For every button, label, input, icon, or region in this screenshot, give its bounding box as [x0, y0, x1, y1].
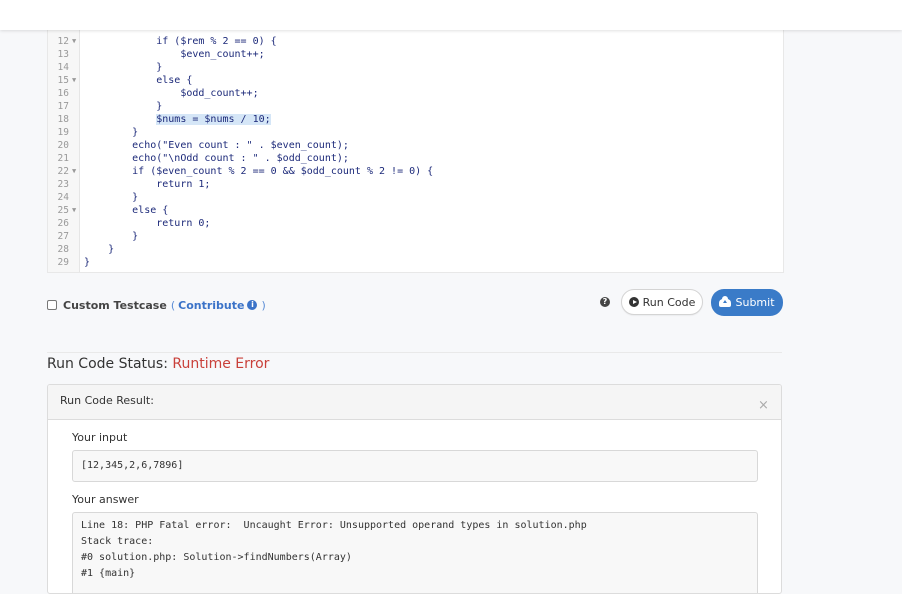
section-divider	[47, 352, 782, 353]
line-number: 12	[57, 36, 69, 47]
code-line[interactable]: 26 return 0;	[48, 217, 783, 230]
code-text: else {	[84, 75, 193, 86]
status-value: Runtime Error	[172, 356, 270, 372]
line-number: 20	[57, 140, 69, 151]
code-line[interactable]: 17 }	[48, 100, 783, 113]
result-panel-header: Run Code Result: ×	[48, 385, 781, 420]
code-text: return 0;	[84, 218, 211, 229]
code-line[interactable]: 21 echo("\nOdd count : " . $odd_count);	[48, 152, 783, 165]
line-number: 19	[57, 127, 69, 138]
custom-testcase-checkbox[interactable]	[47, 300, 57, 310]
line-number: 26	[57, 218, 69, 229]
run-code-button[interactable]: Run Code	[621, 289, 703, 315]
custom-testcase-row: Custom Testcase ( Contribute i )	[47, 297, 266, 313]
line-number: 28	[57, 244, 69, 255]
code-line[interactable]: 28 }	[48, 243, 783, 256]
code-text: }	[84, 127, 139, 138]
line-number: 29	[57, 257, 69, 268]
answer-line: Stack trace:	[81, 536, 154, 547]
fold-arrow-icon[interactable]: ▼	[72, 74, 76, 87]
code-text: }	[84, 101, 163, 112]
code-line[interactable]: 18 $nums = $nums / 10;	[48, 113, 783, 126]
code-line[interactable]: 22 ▼ if ($even_count % 2 == 0 && $odd_cou…	[48, 165, 783, 178]
code-text: $odd_count++;	[84, 88, 259, 99]
line-number: 24	[57, 192, 69, 203]
code-line[interactable]: 14 }	[48, 61, 783, 74]
code-text: if ($even_count % 2 == 0 && $odd_count %…	[84, 166, 434, 177]
code-text: }	[84, 244, 115, 255]
answer-line: #0 solution.php: Solution->findNumbers(A…	[81, 552, 352, 563]
line-number: 22	[57, 166, 69, 177]
code-line[interactable]: 16 $odd_count++;	[48, 87, 783, 100]
line-number: 13	[57, 49, 69, 60]
code-line[interactable]: 25 ▼ else {	[48, 204, 783, 217]
answer-line: #1 {main}	[81, 568, 136, 579]
contribute-link[interactable]: Contribute	[178, 299, 244, 312]
code-line[interactable]: 27 }	[48, 230, 783, 243]
code-editor[interactable]: $rem = $nums % 10;12▼ if ($rem % 2 == 0)…	[47, 18, 784, 273]
info-icon[interactable]: i	[247, 300, 258, 310]
code-line[interactable]: 24 }	[48, 191, 783, 204]
code-line[interactable]: 12 ▼ if ($rem % 2 == 0) {	[48, 35, 783, 48]
help-icon[interactable]: ?	[600, 297, 610, 307]
line-number: 21	[57, 153, 69, 164]
your-answer-label: Your answer	[72, 493, 139, 506]
your-input-label: Your input	[72, 431, 128, 444]
top-navigation-bar	[0, 0, 902, 30]
selected-code: $nums = $nums / 10;	[156, 114, 271, 125]
fold-arrow-icon[interactable]: ▼	[72, 35, 76, 48]
code-text: }	[84, 192, 139, 203]
line-number: 27	[57, 231, 69, 242]
code-line[interactable]: 29}	[48, 256, 783, 269]
custom-testcase-label[interactable]: Custom Testcase	[63, 299, 167, 312]
line-number: 23	[57, 179, 69, 190]
code-text: $nums = $nums / 10;	[84, 113, 271, 126]
your-input-box: [12,345,2,6,7896]	[72, 450, 758, 482]
play-circle-icon	[628, 297, 639, 307]
line-number: 18	[57, 114, 69, 125]
fold-arrow-icon[interactable]: ▼	[72, 204, 76, 217]
your-answer-box: Line 18: PHP Fatal error: Uncaught Error…	[72, 512, 758, 593]
code-line[interactable]: 15 ▼ else {	[48, 74, 783, 87]
code-text: else {	[84, 205, 169, 216]
answer-line: Line 18: PHP Fatal error: Uncaught Error…	[81, 520, 587, 531]
input-value: [12,345,2,6,7896]	[81, 460, 184, 471]
line-number: 14	[57, 62, 69, 73]
code-text: return 1;	[84, 179, 211, 190]
code-line[interactable]: 19 }	[48, 126, 783, 139]
run-code-result-panel: Run Code Result: × Your input [12,345,2,…	[47, 384, 782, 594]
code-line[interactable]: 13 $even_count++;	[48, 48, 783, 61]
code-text: $even_count++;	[84, 49, 265, 60]
status-prefix: Run Code Status:	[47, 356, 168, 372]
code-line[interactable]: 20 echo("Even count : " . $even_count);	[48, 139, 783, 152]
code-text: if ($rem % 2 == 0) {	[84, 36, 277, 47]
code-text: }	[84, 62, 163, 73]
submit-button[interactable]: Submit	[711, 289, 783, 316]
run-code-status: Run Code Status: Runtime Error	[47, 356, 269, 372]
code-text: }	[84, 231, 139, 242]
line-number: 25	[57, 205, 69, 216]
cloud-upload-icon	[719, 295, 732, 307]
code-line[interactable]: 23 return 1;	[48, 178, 783, 191]
submit-label: Submit	[735, 296, 775, 309]
line-number: 15	[57, 75, 69, 86]
fold-arrow-icon[interactable]: ▼	[72, 165, 76, 178]
code-text: }	[84, 257, 91, 268]
close-icon[interactable]: ×	[758, 399, 769, 412]
paren-open: (	[170, 298, 176, 312]
paren-close: )	[261, 298, 266, 312]
result-title: Run Code Result:	[60, 394, 154, 407]
line-number: 17	[57, 101, 69, 112]
line-number: 16	[57, 88, 69, 99]
code-text: echo("Even count : " . $even_count);	[84, 140, 349, 151]
run-code-label: Run Code	[642, 295, 696, 309]
code-text: echo("\nOdd count : " . $odd_count);	[84, 153, 349, 164]
